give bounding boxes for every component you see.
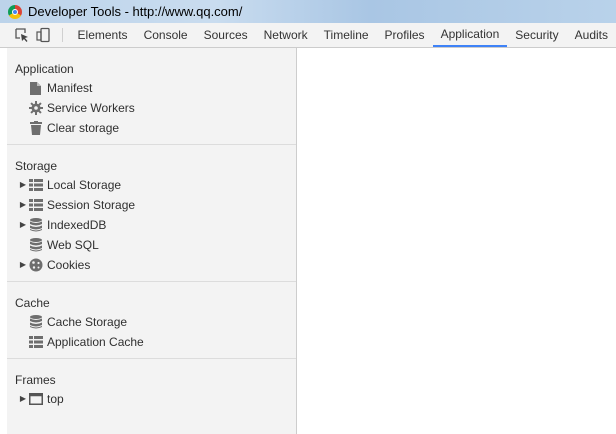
sidebar-item-web-sql[interactable]: ▶ Web SQL	[7, 235, 296, 255]
devtools-toolbar: Elements Console Sources Network Timelin…	[0, 23, 616, 48]
expand-arrow-icon[interactable]: ▶	[19, 389, 27, 409]
database-icon	[28, 315, 43, 329]
sidebar-item-clear-storage[interactable]: ▶ Clear storage	[7, 118, 296, 138]
application-sidebar: Application ▶ Manifest ▶	[7, 48, 297, 434]
cookie-icon	[28, 258, 43, 272]
chrome-logo-icon	[8, 4, 22, 19]
sidebar-item-label: Manifest	[47, 81, 93, 95]
tab-security[interactable]: Security	[507, 23, 566, 47]
tab-sources[interactable]: Sources	[196, 23, 256, 47]
frame-icon	[28, 392, 43, 406]
database-icon	[28, 238, 43, 252]
device-toggle-icon	[36, 27, 50, 43]
section-title-storage: Storage	[15, 159, 58, 173]
grid-icon	[28, 178, 43, 192]
title-bar: Developer Tools - http://www.qq.com/	[0, 0, 616, 23]
sidebar-item-application-cache[interactable]: ▶ Application Cache	[7, 332, 296, 352]
sidebar-item-label: Service Workers	[47, 101, 135, 115]
sidebar-item-session-storage[interactable]: ▶ Session Storage	[7, 195, 296, 215]
database-icon	[28, 218, 43, 232]
sidebar-item-label: top	[47, 392, 64, 406]
sidebar-item-manifest[interactable]: ▶ Manifest	[7, 78, 296, 98]
sidebar-item-label: Application Cache	[47, 335, 144, 349]
sidebar-item-cookies[interactable]: ▶ Cookies	[7, 255, 296, 275]
left-margin	[0, 48, 7, 434]
sidebar-item-service-workers[interactable]: ▶ Service Workers	[7, 98, 296, 118]
sidebar-item-label: Session Storage	[47, 198, 136, 212]
section-title-cache: Cache	[15, 296, 50, 310]
gear-icon	[28, 101, 43, 115]
window-title: Developer Tools - http://www.qq.com/	[28, 4, 243, 19]
sidebar-item-frame-top[interactable]: ▶ top	[7, 389, 296, 409]
grid-icon	[28, 198, 43, 212]
sidebar-item-indexeddb[interactable]: ▶ IndexedDB	[7, 215, 296, 235]
inspect-icon	[14, 28, 28, 42]
tab-application[interactable]: Application	[432, 23, 508, 47]
document-icon	[28, 81, 43, 95]
expand-arrow-icon[interactable]: ▶	[19, 195, 27, 215]
main-content-panel	[297, 48, 616, 434]
tab-audits[interactable]: Audits	[567, 23, 616, 47]
section-title-frames: Frames	[15, 373, 56, 387]
section-cache: Cache ▶ Cache Storage ▶ Application Cach…	[7, 282, 296, 359]
tab-elements[interactable]: Elements	[70, 23, 136, 47]
device-mode-button[interactable]	[32, 23, 53, 47]
inspect-element-button[interactable]	[11, 23, 32, 47]
grid-icon	[28, 335, 43, 349]
section-storage: Storage ▶ Local Storage ▶ Session Storag…	[7, 145, 296, 282]
sidebar-item-label: IndexedDB	[47, 218, 107, 232]
tab-console[interactable]: Console	[136, 23, 196, 47]
sidebar-item-label: Cookies	[47, 258, 91, 272]
sidebar-item-cache-storage[interactable]: ▶ Cache Storage	[7, 312, 296, 332]
tab-profiles[interactable]: Profiles	[377, 23, 433, 47]
expand-arrow-icon[interactable]: ▶	[19, 175, 27, 195]
trash-icon	[28, 121, 43, 135]
tab-network[interactable]: Network	[256, 23, 316, 47]
sidebar-item-local-storage[interactable]: ▶ Local Storage	[7, 175, 296, 195]
section-frames: Frames ▶ top	[7, 359, 296, 415]
expand-arrow-icon[interactable]: ▶	[19, 215, 27, 235]
section-title-application: Application	[15, 62, 74, 76]
sidebar-item-label: Clear storage	[47, 121, 120, 135]
devtools-window: Developer Tools - http://www.qq.com/ Ele…	[0, 0, 616, 434]
section-application: Application ▶ Manifest ▶	[7, 48, 296, 145]
tab-timeline[interactable]: Timeline	[316, 23, 377, 47]
expand-arrow-icon[interactable]: ▶	[19, 255, 27, 275]
sidebar-item-label: Local Storage	[47, 178, 122, 192]
sidebar-item-label: Cache Storage	[47, 315, 128, 329]
toolbar-divider	[61, 28, 63, 42]
sidebar-item-label: Web SQL	[47, 238, 99, 252]
